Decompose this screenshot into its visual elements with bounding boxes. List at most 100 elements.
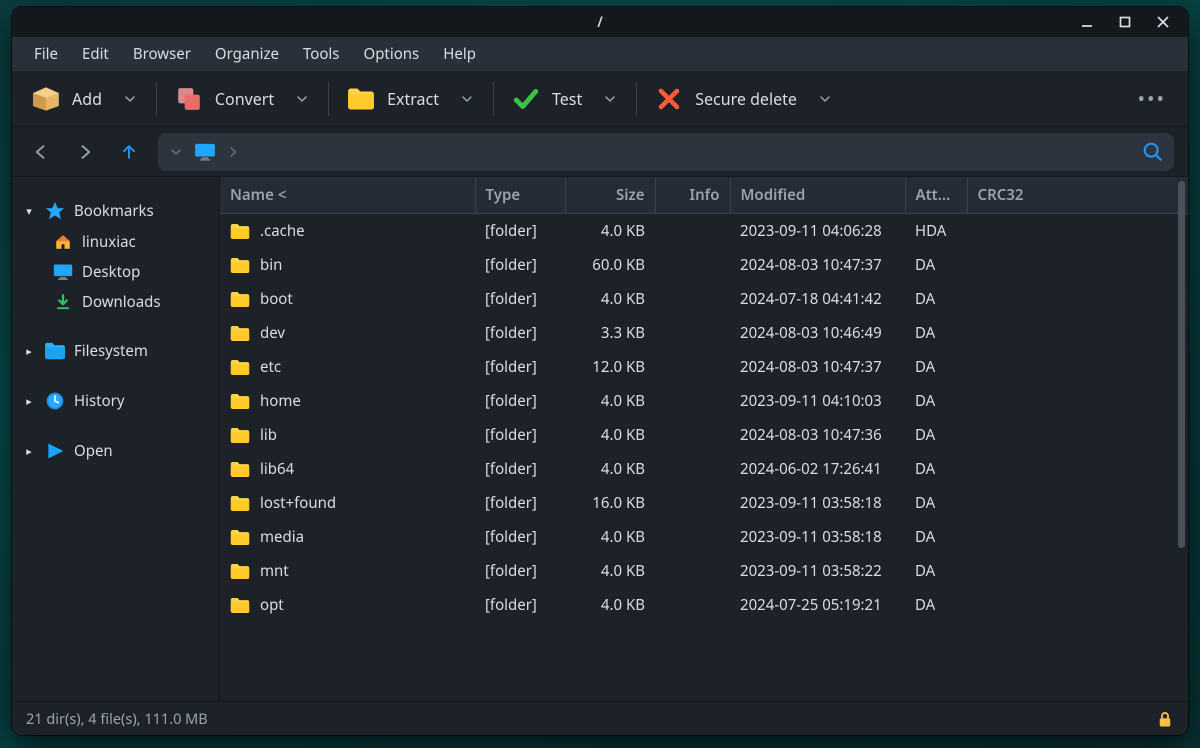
- table-row[interactable]: lib[folder]4.0 KB2024-08-03 10:47:36DA: [220, 418, 1188, 452]
- folder-icon: [230, 223, 250, 240]
- file-modified: 2024-06-02 17:26:41: [730, 452, 905, 486]
- table-row[interactable]: mnt[folder]4.0 KB2023-09-11 03:58:22DA: [220, 554, 1188, 588]
- lock-icon[interactable]: [1156, 710, 1174, 728]
- sidebar-item-open[interactable]: ▸ Open: [18, 435, 211, 467]
- expand-icon[interactable]: ▸: [22, 344, 36, 359]
- chevron-down-icon[interactable]: [168, 144, 184, 160]
- secure-delete-dropdown[interactable]: [813, 91, 837, 107]
- table-row[interactable]: lib64[folder]4.0 KB2024-06-02 17:26:41DA: [220, 452, 1188, 486]
- table-row[interactable]: lost+found[folder]16.0 KB2023-09-11 03:5…: [220, 486, 1188, 520]
- col-header-size[interactable]: Size: [565, 177, 655, 214]
- minimize-button[interactable]: [1068, 8, 1106, 36]
- sidebar-bookmark-item[interactable]: Desktop: [48, 257, 211, 287]
- secure-delete-label: Secure delete: [695, 88, 797, 110]
- col-header-attributes[interactable]: Attributes: [905, 177, 967, 214]
- back-button[interactable]: [26, 137, 56, 167]
- overflow-button[interactable]: •••: [1127, 79, 1176, 118]
- separator: [328, 82, 329, 116]
- extract-dropdown[interactable]: [455, 91, 479, 107]
- sidebar-bookmark-item[interactable]: linuxiac: [48, 227, 211, 257]
- file-crc: [967, 554, 1188, 588]
- file-info: [655, 282, 730, 316]
- table-row[interactable]: bin[folder]60.0 KB2024-08-03 10:47:37DA: [220, 248, 1188, 282]
- separator: [156, 82, 157, 116]
- file-name: boot: [260, 289, 293, 309]
- table-row[interactable]: etc[folder]12.0 KB2024-08-03 10:47:37DA: [220, 350, 1188, 384]
- play-icon: [44, 441, 66, 461]
- col-header-type[interactable]: Type: [475, 177, 565, 214]
- file-size: 4.0 KB: [565, 554, 655, 588]
- col-header-name[interactable]: Name <: [220, 177, 475, 214]
- check-icon: [512, 86, 540, 112]
- table-row[interactable]: .cache[folder]4.0 KB2023-09-11 04:06:28H…: [220, 214, 1188, 249]
- status-text: 21 dir(s), 4 file(s), 111.0 MB: [26, 709, 208, 729]
- up-button[interactable]: [114, 137, 144, 167]
- table-row[interactable]: media[folder]4.0 KB2023-09-11 03:58:18DA: [220, 520, 1188, 554]
- path-input[interactable]: [158, 133, 1174, 171]
- file-size: 4.0 KB: [565, 418, 655, 452]
- chevron-right-icon: [226, 145, 240, 159]
- menu-edit[interactable]: Edit: [70, 39, 121, 69]
- file-size: 3.3 KB: [565, 316, 655, 350]
- add-dropdown[interactable]: [118, 91, 142, 107]
- col-header-crc32[interactable]: CRC32: [967, 177, 1188, 214]
- file-attr: DA: [905, 384, 967, 418]
- file-size: 4.0 KB: [565, 384, 655, 418]
- delete-icon: [655, 86, 683, 112]
- menu-options[interactable]: Options: [351, 39, 431, 69]
- close-button[interactable]: [1144, 8, 1182, 36]
- file-type: [folder]: [475, 350, 565, 384]
- sidebar-item-filesystem[interactable]: ▸ Filesystem: [18, 335, 211, 367]
- expand-icon[interactable]: ▸: [22, 394, 36, 409]
- file-attr: HDA: [905, 214, 967, 249]
- expand-icon[interactable]: ▸: [22, 444, 36, 459]
- secure-delete-button[interactable]: Secure delete: [647, 80, 805, 118]
- file-name: home: [260, 391, 301, 411]
- file-type: [folder]: [475, 554, 565, 588]
- maximize-button[interactable]: [1106, 8, 1144, 36]
- file-pane: Name < Type Size Info Modified Attribute…: [219, 177, 1188, 701]
- titlebar[interactable]: /: [12, 7, 1188, 37]
- scrollbar[interactable]: [1178, 181, 1185, 548]
- sidebar-item-history[interactable]: ▸ History: [18, 385, 211, 417]
- test-button[interactable]: Test: [504, 80, 590, 118]
- collapse-icon[interactable]: ▾: [22, 204, 36, 219]
- convert-dropdown[interactable]: [290, 91, 314, 107]
- test-dropdown[interactable]: [598, 91, 622, 107]
- col-header-modified[interactable]: Modified: [730, 177, 905, 214]
- file-size: 4.0 KB: [565, 282, 655, 316]
- menu-file[interactable]: File: [22, 39, 70, 69]
- file-attr: DA: [905, 486, 967, 520]
- add-button[interactable]: Add: [24, 80, 110, 118]
- search-button[interactable]: [1142, 141, 1164, 163]
- bookmark-label: Downloads: [82, 292, 161, 312]
- file-info: [655, 384, 730, 418]
- menu-organize[interactable]: Organize: [203, 39, 291, 69]
- menu-tools[interactable]: Tools: [291, 39, 352, 69]
- table-row[interactable]: dev[folder]3.3 KB2024-08-03 10:46:49DA: [220, 316, 1188, 350]
- file-size: 4.0 KB: [565, 452, 655, 486]
- menu-browser[interactable]: Browser: [121, 39, 203, 69]
- file-info: [655, 486, 730, 520]
- file-table: Name < Type Size Info Modified Attribute…: [220, 177, 1188, 622]
- file-type: [folder]: [475, 486, 565, 520]
- filesystem-label: Filesystem: [74, 341, 148, 361]
- col-header-info[interactable]: Info: [655, 177, 730, 214]
- folder-icon: [230, 529, 250, 546]
- sidebar-item-bookmarks[interactable]: ▾ Bookmarks: [18, 195, 211, 227]
- file-modified: 2024-08-03 10:47:37: [730, 248, 905, 282]
- folder-blue-icon: [44, 341, 66, 361]
- file-attr: DA: [905, 418, 967, 452]
- file-modified: 2023-09-11 03:58:18: [730, 520, 905, 554]
- menu-help[interactable]: Help: [431, 39, 488, 69]
- convert-button[interactable]: Convert: [167, 80, 282, 118]
- extract-button[interactable]: Extract: [339, 80, 447, 118]
- file-modified: 2024-08-03 10:47:37: [730, 350, 905, 384]
- forward-button[interactable]: [70, 137, 100, 167]
- table-row[interactable]: opt[folder]4.0 KB2024-07-25 05:19:21DA: [220, 588, 1188, 622]
- table-row[interactable]: boot[folder]4.0 KB2024-07-18 04:41:42DA: [220, 282, 1188, 316]
- sidebar-bookmark-item[interactable]: Downloads: [48, 287, 211, 317]
- computer-icon[interactable]: [194, 143, 216, 161]
- file-crc: [967, 384, 1188, 418]
- table-row[interactable]: home[folder]4.0 KB2023-09-11 04:10:03DA: [220, 384, 1188, 418]
